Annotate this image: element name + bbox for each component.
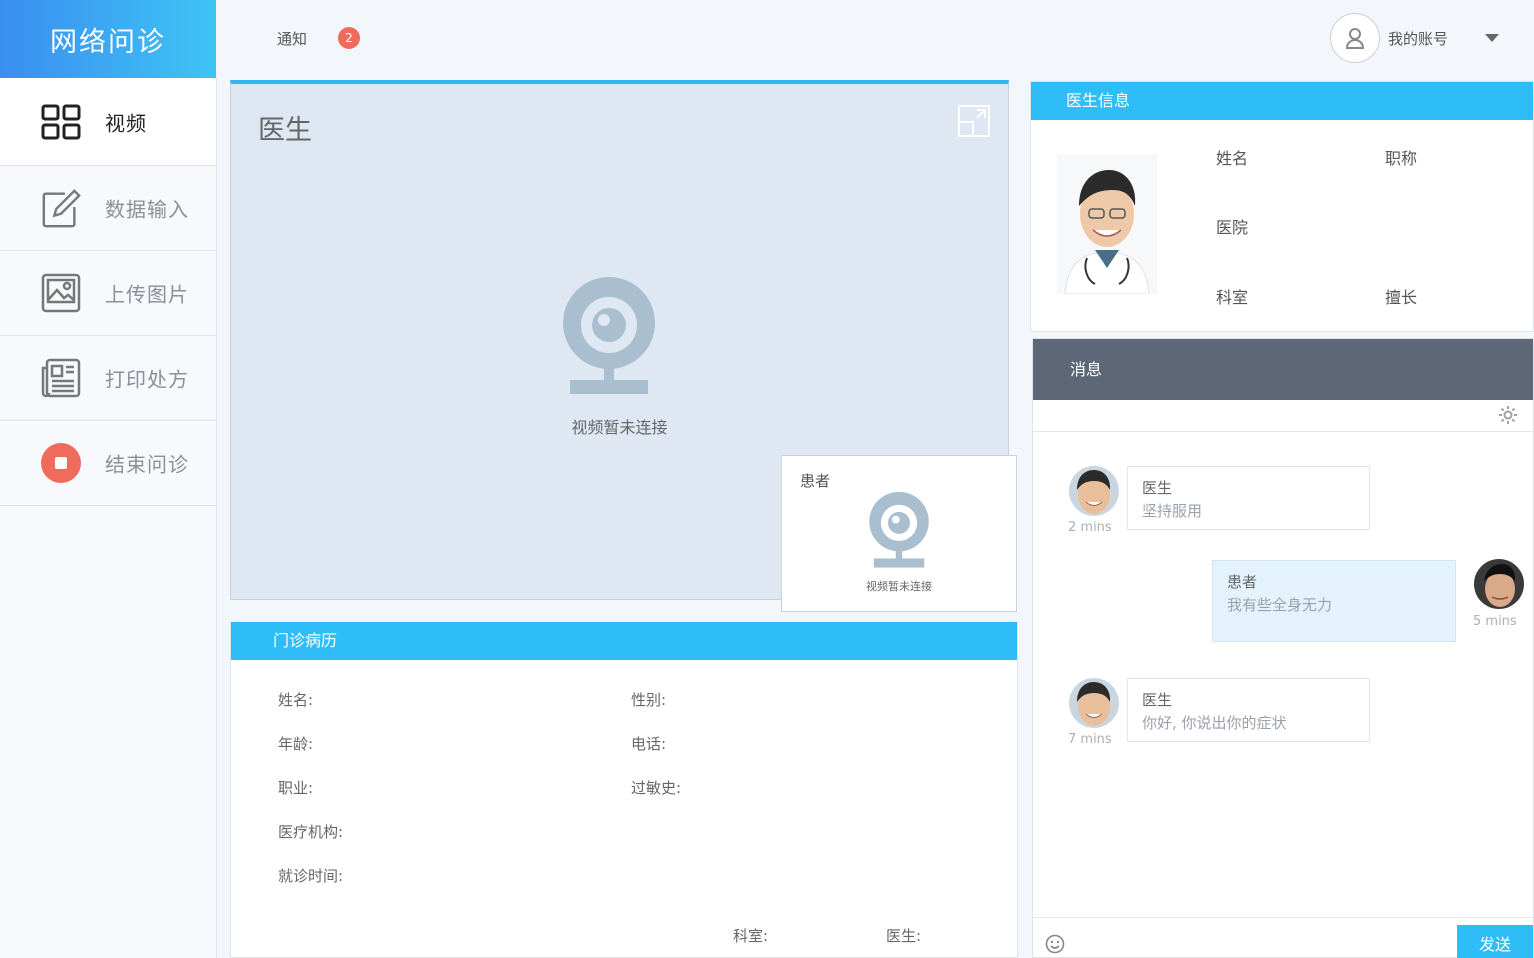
- record-doctor-label: 医生:: [886, 927, 922, 945]
- sidebar-item-label: 结束问诊: [105, 452, 189, 477]
- record-org-label: 医疗机构:: [278, 823, 344, 841]
- image-icon: [40, 272, 82, 314]
- edit-icon: [40, 187, 82, 229]
- record-age-label: 年龄:: [278, 735, 314, 753]
- account-name[interactable]: 我的账号: [1388, 28, 1448, 49]
- message-time: 7 mins: [1068, 732, 1112, 747]
- sidebar-item-video[interactable]: 视频: [0, 78, 216, 166]
- chevron-down-icon[interactable]: [1485, 34, 1499, 42]
- doctor-name-label: 姓名: [1216, 149, 1249, 168]
- messages-panel: 消息 2 mins 医生 坚持服用 患者 我有些全身无力 5 mins 7 mi…: [1032, 338, 1534, 958]
- record-gender-label: 性别:: [631, 691, 667, 709]
- message-bubble: 患者 我有些全身无力: [1212, 560, 1456, 642]
- newspaper-icon: [40, 357, 82, 399]
- sidebar-item-end-consultation[interactable]: 结束问诊: [0, 421, 216, 506]
- message-text: 你好, 你说出你的症状: [1142, 714, 1287, 732]
- notification-link[interactable]: 通知: [277, 28, 307, 49]
- doctor-info-panel: 医生信息 姓名 职称 医院 科室 擅长: [1030, 81, 1534, 332]
- doctor-video-title: 医生: [258, 115, 312, 146]
- doctor-info-title: 医生信息: [1031, 82, 1533, 120]
- sidebar-item-data-input[interactable]: 数据输入: [0, 166, 216, 251]
- app-root: 网络问诊 视频 数据输入 上传图片 打印处方 结束问诊 通知 2 我的账号 医生…: [0, 0, 1534, 958]
- record-name-label: 姓名:: [278, 691, 314, 709]
- message-compose-bar: 发送: [1033, 917, 1533, 958]
- patient-video-status: 视频暂未连接: [866, 580, 932, 593]
- record-dept-label: 科室:: [733, 927, 769, 945]
- message-sender: 医生: [1142, 479, 1173, 497]
- medical-record-panel: 门诊病历 姓名: 性别: 年龄: 电话: 职业: 过敏史: 医疗机构: 就诊时间…: [230, 622, 1018, 958]
- top-bar: 通知 2 我的账号: [217, 0, 1534, 78]
- user-icon: [1345, 28, 1365, 49]
- doctor-specialty-label: 擅长: [1385, 288, 1418, 307]
- grid-icon: [40, 101, 82, 143]
- message-sender: 患者: [1227, 573, 1258, 591]
- message-bubble: 医生 你好, 你说出你的症状: [1127, 678, 1370, 742]
- message-bubble: 医生 坚持服用: [1127, 466, 1370, 530]
- message-text: 坚持服用: [1142, 502, 1203, 520]
- patient-avatar: [1474, 559, 1524, 609]
- gear-icon[interactable]: [1498, 405, 1518, 429]
- sidebar-item-label: 上传图片: [105, 282, 189, 307]
- message-time: 2 mins: [1068, 520, 1112, 535]
- app-logo: 网络问诊: [0, 0, 216, 78]
- webcam-icon: [866, 491, 932, 573]
- doctor-avatar: [1069, 466, 1119, 516]
- sidebar: 视频 数据输入 上传图片 打印处方 结束问诊: [0, 78, 217, 958]
- record-phone-label: 电话:: [631, 735, 667, 753]
- messages-title: 消息: [1033, 339, 1533, 400]
- sidebar-item-upload-image[interactable]: 上传图片: [0, 251, 216, 336]
- fullscreen-icon[interactable]: [958, 105, 990, 137]
- sidebar-item-label: 数据输入: [105, 197, 189, 222]
- emoji-icon[interactable]: [1045, 934, 1065, 958]
- doctor-photo: [1057, 154, 1157, 295]
- doctor-title-label: 职称: [1385, 149, 1418, 168]
- stop-icon: [40, 442, 82, 484]
- message-sender: 医生: [1142, 691, 1173, 709]
- doctor-dept-label: 科室: [1216, 288, 1249, 307]
- webcam-icon: [558, 276, 660, 400]
- record-job-label: 职业:: [278, 779, 314, 797]
- sidebar-item-print-prescription[interactable]: 打印处方: [0, 336, 216, 421]
- doctor-hospital-label: 医院: [1216, 218, 1249, 237]
- record-allergy-label: 过敏史:: [631, 779, 682, 797]
- sidebar-item-label: 打印处方: [105, 367, 189, 392]
- medical-record-title: 门诊病历: [231, 622, 1017, 660]
- notification-badge[interactable]: 2: [338, 27, 360, 49]
- record-time-label: 就诊时间:: [278, 867, 344, 885]
- sidebar-item-label: 视频: [105, 111, 147, 135]
- message-time: 5 mins: [1473, 614, 1517, 629]
- doctor-video-status: 视频暂未连接: [571, 418, 668, 437]
- patient-video-panel[interactable]: 患者 视频暂未连接: [781, 455, 1017, 612]
- message-text: 我有些全身无力: [1227, 596, 1333, 614]
- messages-toolbar: [1033, 400, 1533, 432]
- patient-video-title: 患者: [800, 472, 831, 490]
- doctor-avatar: [1069, 678, 1119, 728]
- send-button[interactable]: 发送: [1457, 925, 1533, 958]
- account-avatar[interactable]: [1330, 13, 1380, 63]
